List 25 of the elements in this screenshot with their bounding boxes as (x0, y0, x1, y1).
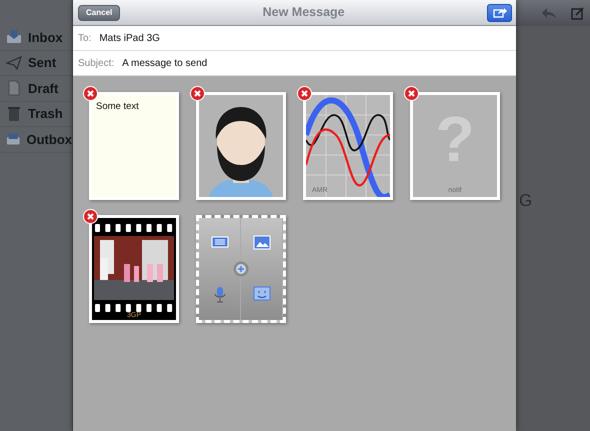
trash-can-icon (6, 106, 22, 122)
sidebar-item[interactable]: Outbox (0, 127, 72, 152)
question-mark-icon: ? (413, 95, 497, 171)
tray-icon (6, 131, 20, 148)
tray-icon (6, 29, 22, 46)
photo-icon[interactable] (252, 235, 270, 252)
sidebar-item[interactable]: Sent (0, 50, 72, 76)
dialog-title: New Message (262, 4, 345, 22)
recipient-field[interactable]: To: Mats iPad 3G (73, 26, 516, 51)
sidebar-item[interactable]: Trash (0, 102, 72, 127)
add-attachment-panel[interactable] (196, 215, 286, 323)
attachment-text: Some text (96, 100, 140, 114)
delete-icon[interactable] (83, 209, 98, 224)
share-icon (492, 7, 506, 18)
document-icon (6, 80, 22, 96)
paper-plane-icon (6, 54, 22, 71)
compose-icon[interactable] (571, 6, 584, 20)
add-icon[interactable] (233, 261, 249, 277)
subject-field[interactable]: Subject: A message to send (73, 51, 516, 76)
send-button[interactable] (487, 4, 512, 22)
attachment-tile[interactable]: Some text (89, 92, 179, 200)
sidebar-item[interactable]: Inbox (0, 25, 72, 50)
face-window-icon[interactable] (252, 286, 270, 303)
sidebar-item[interactable]: Draft (0, 76, 72, 102)
cancel-button[interactable]: Cancel (78, 4, 120, 20)
